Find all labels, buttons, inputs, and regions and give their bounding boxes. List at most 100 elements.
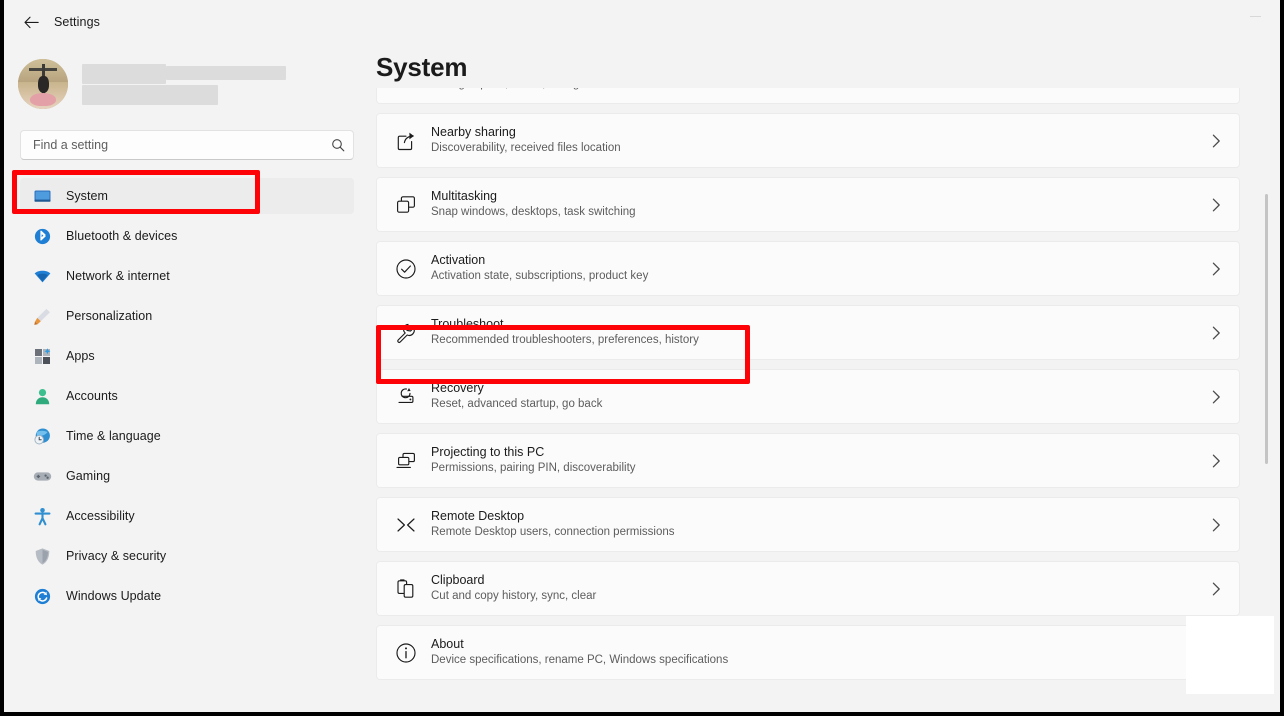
card-text: Multitasking Snap windows, desktops, tas… — [431, 189, 1212, 220]
card-text: Clipboard Cut and copy history, sync, cl… — [431, 573, 1212, 604]
sidebar-item-label: System — [66, 189, 108, 203]
chevron-right-icon[interactable] — [1212, 134, 1221, 148]
sidebar-item-gaming[interactable]: Gaming — [20, 458, 354, 494]
remote-desktop-icon — [393, 512, 419, 538]
card-title: Projecting to this PC — [431, 445, 545, 459]
card-title: Recovery — [431, 381, 484, 395]
sidebar-item-bluetooth-devices[interactable]: Bluetooth & devices — [20, 218, 354, 254]
chevron-right-icon[interactable] — [1212, 390, 1221, 404]
sidebar-nav: System Bluetooth & devices Network & int… — [4, 178, 370, 614]
sidebar-item-accounts[interactable]: Accounts — [20, 378, 354, 414]
window-title: Settings — [54, 15, 100, 29]
sidebar-item-windows-update[interactable]: Windows Update — [20, 578, 354, 614]
card-subtitle: Recommended troubleshooters, preferences… — [431, 334, 699, 346]
vertical-scrollbar[interactable] — [1265, 94, 1268, 694]
main-content: System Storage Storage space, drives, co… — [370, 44, 1280, 712]
card-title: Activation — [431, 253, 486, 267]
search-box[interactable] — [20, 130, 354, 160]
sidebar-item-accessibility[interactable]: Accessibility — [20, 498, 354, 534]
settings-window: Settings Find a setting System Bluetooth… — [4, 0, 1280, 712]
card-multitasking[interactable]: Multitasking Snap windows, desktops, tas… — [376, 177, 1240, 232]
card-subtitle: Discoverability, received files location — [431, 142, 621, 154]
card-text: About Device specifications, rename PC, … — [431, 637, 1212, 668]
card-subtitle: Reset, advanced startup, go back — [431, 398, 603, 410]
apps-grid-icon — [32, 346, 52, 366]
card-subtitle: Snap windows, desktops, task switching — [431, 206, 636, 218]
settings-card-list: Storage Storage space, drives, configura… — [370, 88, 1270, 712]
chevron-right-icon[interactable] — [1212, 518, 1221, 532]
card-text: Storage Storage space, drives, configura… — [431, 88, 1212, 92]
multitasking-icon — [393, 192, 419, 218]
card-title: Troubleshoot — [431, 317, 504, 331]
account-text — [82, 63, 370, 105]
card-title: Nearby sharing — [431, 125, 516, 139]
card-subtitle: Activation state, subscriptions, product… — [431, 270, 649, 282]
storage-drive-icon — [393, 88, 419, 90]
wrench-icon — [393, 320, 419, 346]
share-icon — [393, 128, 419, 154]
card-subtitle: Device specifications, rename PC, Window… — [431, 654, 729, 666]
chevron-right-icon[interactable] — [1212, 262, 1221, 276]
clock-globe-icon — [32, 426, 52, 446]
chevron-right-icon[interactable] — [1212, 582, 1221, 596]
card-clipboard[interactable]: Clipboard Cut and copy history, sync, cl… — [376, 561, 1240, 616]
sidebar-item-label: Privacy & security — [66, 549, 167, 563]
card-title: Multitasking — [431, 189, 497, 203]
bluetooth-icon — [32, 226, 52, 246]
card-text: Activation Activation state, subscriptio… — [431, 253, 1212, 284]
card-about[interactable]: About Device specifications, rename PC, … — [376, 625, 1240, 680]
sidebar-item-personalization[interactable]: Personalization — [20, 298, 354, 334]
scrollbar-thumb[interactable] — [1265, 194, 1268, 464]
minimize-icon[interactable] — [1232, 0, 1278, 32]
sidebar-item-label: Personalization — [66, 309, 153, 323]
sidebar-item-label: Time & language — [66, 429, 161, 443]
chevron-right-icon[interactable] — [1212, 198, 1221, 212]
shield-icon — [32, 546, 52, 566]
user-avatar[interactable] — [18, 59, 68, 109]
card-title: About — [431, 637, 464, 651]
account-name-redacted — [82, 63, 166, 84]
sidebar-item-label: Accessibility — [66, 509, 135, 523]
title-bar: Settings — [4, 0, 1280, 44]
chevron-right-icon[interactable] — [1212, 454, 1221, 468]
account-section[interactable] — [4, 44, 370, 116]
gamepad-icon — [32, 466, 52, 486]
sidebar-item-privacy-security[interactable]: Privacy & security — [20, 538, 354, 574]
back-arrow-icon[interactable] — [14, 7, 48, 37]
recovery-icon — [393, 384, 419, 410]
sidebar-item-time-language[interactable]: Time & language — [20, 418, 354, 454]
card-text: Remote Desktop Remote Desktop users, con… — [431, 509, 1212, 540]
account-name-redacted-2 — [166, 65, 286, 80]
sidebar-item-label: Bluetooth & devices — [66, 229, 178, 243]
card-troubleshoot[interactable]: Troubleshoot Recommended troubleshooters… — [376, 305, 1240, 360]
search-input[interactable] — [33, 138, 331, 152]
card-text: Troubleshoot Recommended troubleshooters… — [431, 317, 1212, 348]
card-nearby-sharing[interactable]: Nearby sharing Discoverability, received… — [376, 113, 1240, 168]
sidebar-item-apps[interactable]: Apps — [20, 338, 354, 374]
card-subtitle: Permissions, pairing PIN, discoverabilit… — [431, 462, 636, 474]
card-activation[interactable]: Activation Activation state, subscriptio… — [376, 241, 1240, 296]
card-title: Remote Desktop — [431, 509, 525, 523]
card-text: Nearby sharing Discoverability, received… — [431, 125, 1212, 156]
sidebar-item-network-internet[interactable]: Network & internet — [20, 258, 354, 294]
person-icon — [32, 386, 52, 406]
projecting-icon — [393, 448, 419, 474]
sidebar-item-label: Apps — [66, 349, 95, 363]
card-text: Recovery Reset, advanced startup, go bac… — [431, 381, 1212, 412]
system-monitor-icon — [32, 186, 52, 206]
sidebar: System Bluetooth & devices — [4, 44, 370, 712]
chevron-right-icon[interactable] — [1212, 326, 1221, 340]
sidebar-item-label: Gaming — [66, 469, 111, 483]
card-remote-desktop[interactable]: Remote Desktop Remote Desktop users, con… — [376, 497, 1240, 552]
sidebar-item-label: Accounts — [66, 389, 118, 403]
check-circle-icon — [393, 256, 419, 282]
sidebar-item-system[interactable]: System — [20, 178, 354, 214]
minimize-dash — [1249, 15, 1261, 17]
update-refresh-icon — [32, 586, 52, 606]
sidebar-item-label: Network & internet — [66, 269, 170, 283]
card-recovery[interactable]: Recovery Reset, advanced startup, go bac… — [376, 369, 1240, 424]
info-circle-icon — [393, 640, 419, 666]
card-storage[interactable]: Storage Storage space, drives, configura… — [376, 88, 1240, 104]
card-subtitle: Cut and copy history, sync, clear — [431, 590, 597, 602]
card-projecting-to-this-pc[interactable]: Projecting to this PC Permissions, pairi… — [376, 433, 1240, 488]
